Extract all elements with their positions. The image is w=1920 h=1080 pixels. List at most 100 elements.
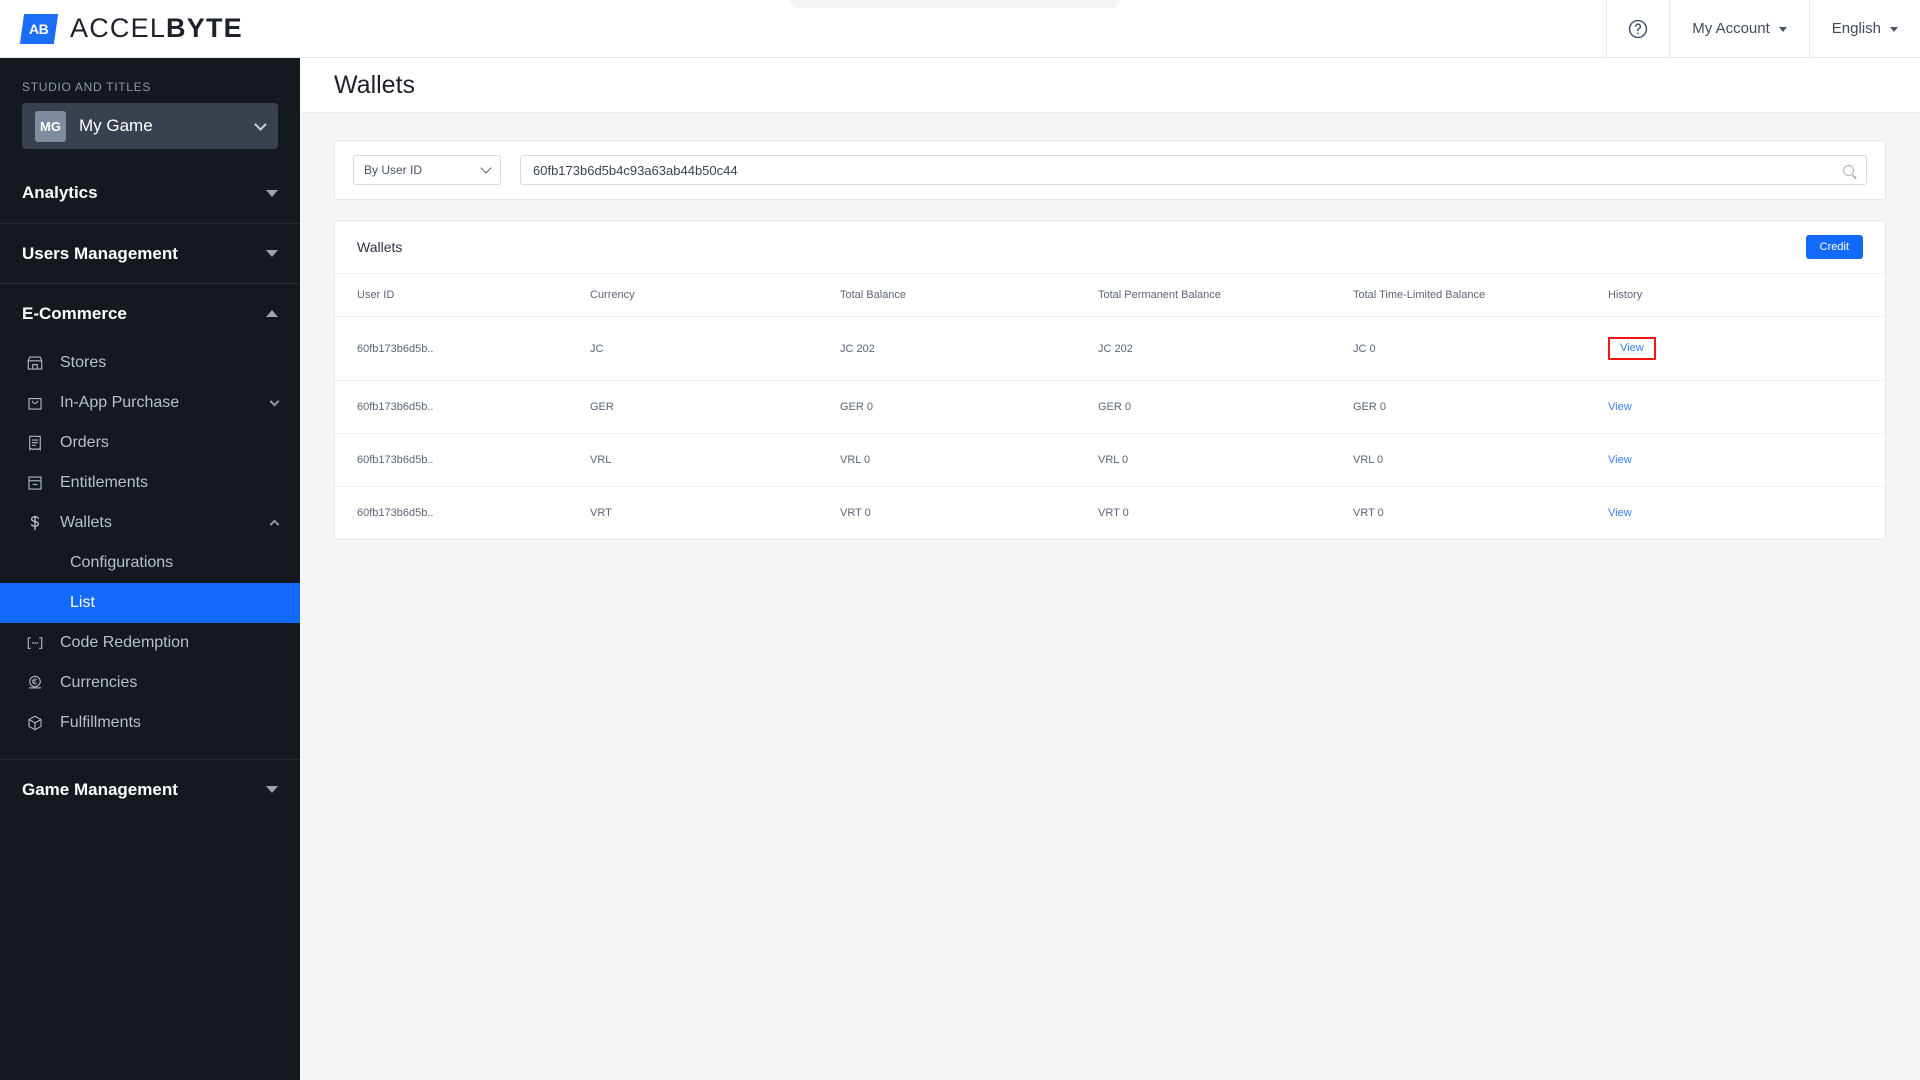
chevron-down-icon: [254, 117, 267, 131]
table-row: 60fb173b6d5b.. VRL VRL 0 VRL 0 VRL 0 Vie…: [335, 433, 1885, 487]
cell-currency: GER: [590, 380, 840, 434]
studio-and-titles-label: STUDIO AND TITLES: [22, 80, 152, 94]
sidebar-item-currencies[interactable]: Currencies: [0, 663, 300, 703]
sidebar-subitem-label: Configurations: [70, 554, 174, 571]
view-history-link[interactable]: View: [1608, 401, 1632, 413]
brand-name: ACCELBYTE: [70, 13, 243, 44]
sidebar-subitem-label: List: [70, 594, 95, 611]
help-button[interactable]: [1606, 0, 1669, 58]
view-history-link[interactable]: View: [1608, 454, 1632, 466]
triangle-down-icon: [266, 786, 278, 793]
search-filter-select[interactable]: By User ID: [353, 155, 501, 185]
archive-box-icon: [22, 472, 48, 494]
title-selector[interactable]: MG My Game: [22, 103, 278, 149]
chevron-down-icon: [1778, 27, 1787, 32]
cell-history: View: [1608, 380, 1885, 434]
sidebar-item-stores[interactable]: Stores: [0, 343, 300, 383]
search-icon[interactable]: [1843, 164, 1854, 176]
sidebar-item-entitlements[interactable]: Entitlements: [0, 463, 300, 503]
search-input-wrap[interactable]: 60fb173b6d5b4c93a63ab44b50c44: [520, 155, 1867, 185]
sidebar-subitem-list[interactable]: List: [0, 583, 300, 623]
cell-total-permanent-balance: VRL 0: [1098, 433, 1353, 487]
sidebar-item-label: Code Redemption: [60, 634, 189, 651]
cell-total-time-limited-balance: VRT 0: [1353, 507, 1384, 519]
view-history-link[interactable]: View: [1608, 507, 1632, 519]
wallets-table-card: Wallets Credit User ID Currency Total Ba…: [334, 220, 1886, 540]
page-header: Wallets: [300, 58, 1920, 113]
sidebar-item-code-redemption[interactable]: Code Redemption: [0, 623, 300, 663]
sidebar-group-ecommerce[interactable]: E-Commerce: [0, 283, 300, 343]
cell-user-id: 60fb173b6d5b..: [357, 507, 434, 519]
search-input[interactable]: 60fb173b6d5b4c93a63ab44b50c44: [533, 163, 1843, 178]
sidebar-group-label: Users Management: [22, 243, 178, 263]
col-total-permanent-balance: Total Permanent Balance: [1098, 274, 1353, 317]
sidebar-gap-2: [0, 743, 300, 759]
table-header-row: User ID Currency Total Balance Total Per…: [335, 274, 1885, 317]
cell-currency: VRT: [590, 507, 612, 519]
sidebar-item-label: In-App Purchase: [60, 394, 180, 411]
cell-total-balance: GER 0: [840, 380, 1098, 434]
title-name: My Game: [79, 116, 153, 135]
topbar-right: My Account English: [1606, 0, 1920, 58]
dollar-sign-icon: [22, 512, 48, 534]
sidebar-group-game-management[interactable]: Game Management: [0, 759, 300, 819]
sidebar-item-orders[interactable]: Orders: [0, 423, 300, 463]
cell-total-permanent-balance: JC 202: [1098, 316, 1353, 381]
sidebar-subitem-configurations[interactable]: Configurations: [0, 543, 300, 583]
cell-total-time-limited-balance: JC 0: [1353, 316, 1608, 381]
col-user-id: User ID: [335, 274, 590, 317]
cell-user-id: 60fb173b6d5b..: [335, 316, 590, 381]
table-row: 60fb173b6d5b.. JC JC 202 JC 202 JC 0 Vie…: [335, 316, 1885, 381]
chevron-up-icon: [269, 519, 280, 530]
table-body: 60fb173b6d5b.. JC JC 202 JC 202 JC 0 Vie…: [335, 316, 1885, 540]
page-title: Wallets: [334, 70, 416, 99]
table-title: Wallets: [357, 239, 403, 255]
sidebar-item-label: Stores: [60, 354, 107, 371]
main-content: Wallets By User ID 60fb173b6d5b4c93a63ab…: [300, 58, 1920, 1080]
receipt-icon: [22, 432, 48, 454]
store-icon: [22, 352, 48, 374]
cell-total-balance: VRT 0: [840, 507, 871, 519]
sidebar-item-label: Fulfillments: [60, 714, 141, 731]
table-row: 60fb173b6d5b.. GER GER 0 GER 0 GER 0 Vie…: [335, 380, 1885, 434]
cell-history: View: [1608, 433, 1885, 487]
sidebar-item-wallets[interactable]: Wallets: [0, 503, 300, 543]
cell-user-id: 60fb173b6d5b..: [335, 380, 590, 434]
sidebar-group-analytics[interactable]: Analytics: [0, 163, 300, 223]
cell-total-time-limited-balance: GER 0: [1353, 380, 1608, 434]
cell-total-permanent-balance: GER 0: [1098, 380, 1353, 434]
sidebar-group-label: E-Commerce: [22, 303, 127, 323]
sidebar-group-label: Analytics: [22, 183, 98, 202]
sidebar-item-in-app-purchase[interactable]: In-App Purchase: [0, 383, 300, 423]
app-root: AB ACCELBYTE My Account English STUDIO A…: [0, 0, 1920, 1080]
chevron-down-icon: [1890, 27, 1898, 32]
cell-currency: JC: [590, 316, 840, 381]
cell-history: View: [1608, 316, 1885, 381]
language-menu[interactable]: English: [1808, 0, 1920, 58]
package-icon: [22, 712, 48, 734]
triangle-down-icon: [266, 250, 278, 257]
credit-button[interactable]: Credit: [1805, 235, 1863, 259]
cell-total-permanent-balance: VRT 0: [1098, 507, 1129, 519]
language-label: English: [1831, 20, 1881, 37]
triangle-up-icon: [266, 310, 278, 317]
sidebar-group-users-management[interactable]: Users Management: [0, 223, 300, 283]
logo-mark-text: AB: [29, 20, 49, 37]
search-panel: By User ID 60fb173b6d5b4c93a63ab44b50c44: [334, 140, 1886, 200]
sidebar-item-label: Currencies: [60, 674, 138, 691]
cell-currency: VRL: [590, 433, 840, 487]
view-history-link-highlighted[interactable]: View: [1608, 337, 1656, 360]
top-bar: AB ACCELBYTE My Account English: [0, 0, 1920, 58]
shopping-bag-icon: [22, 392, 48, 414]
wallets-table: User ID Currency Total Balance Total Per…: [335, 274, 1885, 539]
brand-logo[interactable]: AB ACCELBYTE: [0, 13, 243, 44]
accelbyte-logo-icon: AB: [19, 13, 59, 44]
sidebar-item-label: Orders: [60, 434, 109, 451]
my-account-menu[interactable]: My Account: [1669, 0, 1809, 58]
sidebar-item-fulfillments[interactable]: Fulfillments: [0, 703, 300, 743]
col-total-balance: Total Balance: [840, 274, 1098, 317]
cell-total-time-limited-balance: VRL 0: [1353, 433, 1608, 487]
col-currency: Currency: [590, 274, 840, 317]
brand-name-light: ACCEL: [70, 13, 167, 43]
